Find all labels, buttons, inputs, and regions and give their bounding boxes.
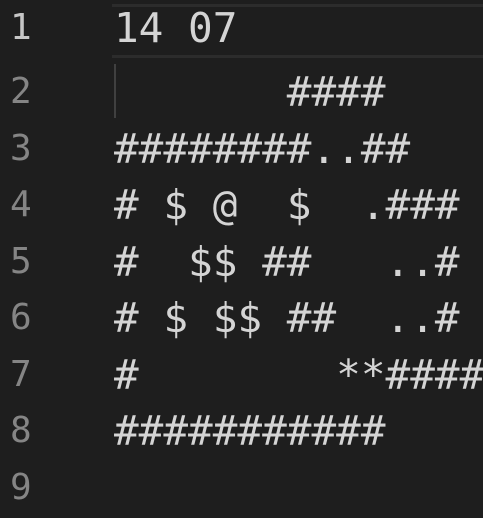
line-number: 7 xyxy=(10,354,32,395)
line-number: 6 xyxy=(10,297,32,338)
line-number: 9 xyxy=(10,467,32,508)
line-text[interactable]: # $$ ## ..# xyxy=(114,234,460,290)
line-number: 8 xyxy=(10,410,32,451)
line-text[interactable]: # $ $$ ## ..# xyxy=(114,290,460,346)
editor-line-3[interactable]: 3 ########..## xyxy=(0,121,483,177)
editor-line-6[interactable]: 6 # $ $$ ## ..# xyxy=(0,290,483,346)
editor-line-4[interactable]: 4 # $ @ $ .### xyxy=(0,177,483,233)
code-editor[interactable]: 1 14 07 2 #### 3 ########..## 4 # $ @ $ … xyxy=(0,0,483,518)
line-text[interactable]: # **#### xyxy=(114,347,483,403)
editor-line-7[interactable]: 7 # **#### xyxy=(0,347,483,403)
editor-line-9[interactable]: 9 xyxy=(0,460,483,516)
editor-line-5[interactable]: 5 # $$ ## ..# xyxy=(0,234,483,290)
line-text[interactable]: ########### xyxy=(114,403,386,459)
editor-line-1[interactable]: 1 14 07 xyxy=(0,0,483,58)
line-text[interactable]: #### xyxy=(114,64,386,120)
line-number: 3 xyxy=(10,128,32,169)
editor-line-8[interactable]: 8 ########### xyxy=(0,403,483,459)
line-number: 4 xyxy=(10,184,32,225)
editor-line-2[interactable]: 2 #### xyxy=(0,64,483,120)
line-number: 1 xyxy=(10,7,32,48)
line-number: 2 xyxy=(10,71,32,112)
line-text[interactable]: # $ @ $ .### xyxy=(114,177,460,233)
line-number: 5 xyxy=(10,241,32,282)
line-text[interactable]: 14 07 xyxy=(114,0,237,56)
line-text[interactable]: ########..## xyxy=(114,121,410,177)
